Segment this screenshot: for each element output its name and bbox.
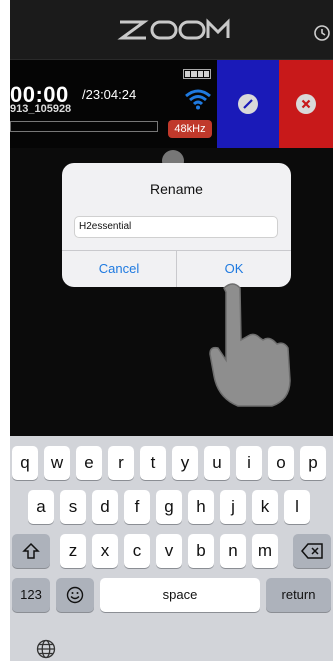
key-x[interactable]: x xyxy=(92,534,118,568)
key-q[interactable]: q xyxy=(12,446,38,480)
key-u[interactable]: u xyxy=(204,446,230,480)
wifi-icon xyxy=(185,89,211,110)
key-l[interactable]: l xyxy=(284,490,310,524)
key-y[interactable]: y xyxy=(172,446,198,480)
key-n[interactable]: n xyxy=(220,534,246,568)
backspace-key[interactable] xyxy=(293,534,331,568)
app-header xyxy=(10,0,333,60)
return-key[interactable]: return xyxy=(266,578,331,612)
key-e[interactable]: e xyxy=(76,446,102,480)
close-icon xyxy=(296,94,316,114)
key-d[interactable]: d xyxy=(92,490,118,524)
rename-input[interactable]: H2essential xyxy=(74,216,278,238)
zoom-app-screen: 00:00 /23:04:24 913_105928 48kHz Rename … xyxy=(10,0,333,661)
delete-button[interactable] xyxy=(279,60,333,148)
key-t[interactable]: t xyxy=(140,446,166,480)
key-z[interactable]: z xyxy=(60,534,86,568)
rename-dialog: Rename H2essential Cancel OK xyxy=(62,163,291,287)
pointing-hand-icon xyxy=(209,283,291,407)
battery-icon xyxy=(183,69,211,79)
key-p[interactable]: p xyxy=(300,446,326,480)
cancel-button[interactable]: Cancel xyxy=(62,251,176,287)
level-meter xyxy=(10,121,158,132)
key-s[interactable]: s xyxy=(60,490,86,524)
edit-icon xyxy=(238,94,258,114)
history-icon[interactable] xyxy=(313,24,331,42)
key-r[interactable]: r xyxy=(108,446,134,480)
remaining-time: /23:04:24 xyxy=(82,87,137,102)
key-w[interactable]: w xyxy=(44,446,70,480)
globe-icon[interactable] xyxy=(36,639,56,659)
key-f[interactable]: f xyxy=(124,490,150,524)
emoji-key[interactable] xyxy=(56,578,94,612)
key-i[interactable]: i xyxy=(236,446,262,480)
dialog-title: Rename xyxy=(150,181,203,197)
space-key[interactable]: space xyxy=(100,578,260,612)
key-g[interactable]: g xyxy=(156,490,182,524)
shift-key[interactable] xyxy=(12,534,50,568)
emoji-icon xyxy=(66,586,84,604)
key-j[interactable]: j xyxy=(220,490,246,524)
key-h[interactable]: h xyxy=(188,490,214,524)
sample-rate-badge: 48kHz xyxy=(168,120,212,138)
file-name: 913_105928 xyxy=(10,103,72,115)
key-v[interactable]: v xyxy=(156,534,182,568)
numbers-key[interactable]: 123 xyxy=(12,578,50,612)
key-b[interactable]: b xyxy=(188,534,214,568)
edit-button[interactable] xyxy=(217,60,279,148)
zoom-logo xyxy=(117,18,230,40)
ios-keyboard: q w e r t y u i o p a s d f g h j k l z … xyxy=(10,436,333,661)
key-k[interactable]: k xyxy=(252,490,278,524)
backspace-icon xyxy=(301,543,323,559)
key-a[interactable]: a xyxy=(28,490,54,524)
shift-icon xyxy=(22,542,40,559)
key-m[interactable]: m xyxy=(252,534,278,568)
key-o[interactable]: o xyxy=(268,446,294,480)
key-c[interactable]: c xyxy=(124,534,150,568)
